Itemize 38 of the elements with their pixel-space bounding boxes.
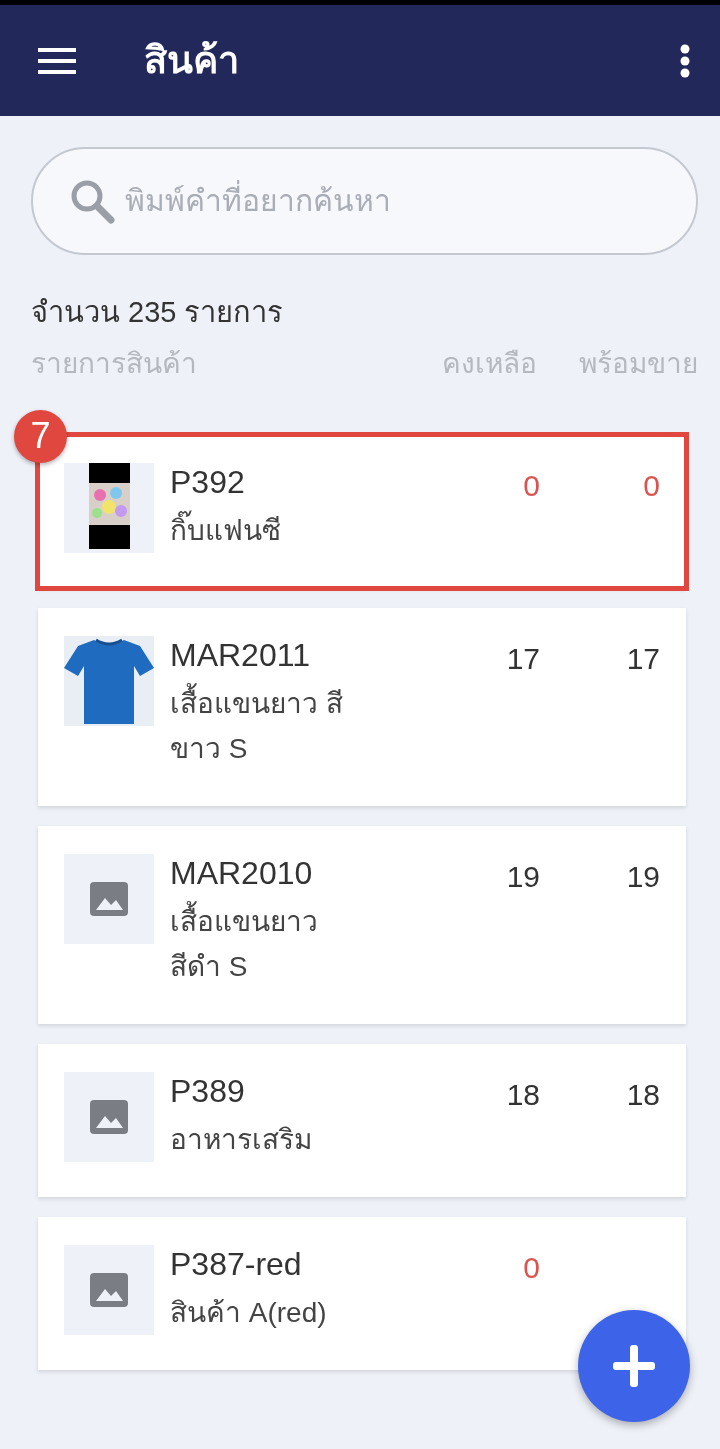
plus-icon [613,1345,655,1387]
image-placeholder-icon [90,1272,128,1307]
stock-value: 18 [505,1076,540,1113]
product-name: กิ๊บแฟนซี [170,508,375,554]
product-code: P387-red [170,1244,303,1284]
add-button[interactable] [578,1310,690,1422]
search-icon [69,178,115,224]
product-card[interactable]: P389 อาหารเสริม 18 18 [38,1043,686,1197]
product-name: เสื้อแขนยาว สีดำ S [170,900,375,990]
product-card[interactable]: P387-red สินค้า A(red) 0 [38,1216,686,1371]
available-value: 18 [625,1076,660,1113]
product-card[interactable]: MAR2010 เสื้อแขนยาว สีดำ S 19 19 [38,825,686,1024]
search-field[interactable]: พิมพ์คำที่อยากค้นหา [31,147,698,255]
available-value: 0 [642,467,660,504]
more-options-icon[interactable] [680,43,690,78]
stock-value: 0 [522,1249,540,1286]
stock-value: 17 [505,640,540,677]
page-title: สินค้า [144,38,239,83]
product-name: เสื้อแขนยาว สี ขาว S [170,682,375,772]
step-badge: 7 [14,409,67,463]
column-header: คงเหลือ [442,346,537,381]
stock-value: 19 [505,858,540,895]
product-name: อาหารเสริม [170,1123,313,1158]
product-code: P389 [170,1071,246,1111]
stock-value: 0 [522,467,540,504]
product-code: P392 [170,462,246,501]
image-placeholder-icon [90,1099,128,1134]
item-count: จำนวน 235 รายการ [31,295,285,330]
image-placeholder-icon [90,881,128,916]
product-card[interactable]: MAR2011 เสื้อแขนยาว สี ขาว S 17 17 [38,607,686,806]
product-code: MAR2011 [170,635,311,675]
available-value: 19 [625,858,660,895]
product-code: MAR2010 [170,853,314,893]
product-name: สินค้า A(red) [170,1296,328,1331]
column-header: รายการสินค้า [31,346,197,381]
column-header: พร้อมขาย [579,346,698,381]
available-value: 17 [625,640,660,677]
menu-icon[interactable] [38,47,76,74]
